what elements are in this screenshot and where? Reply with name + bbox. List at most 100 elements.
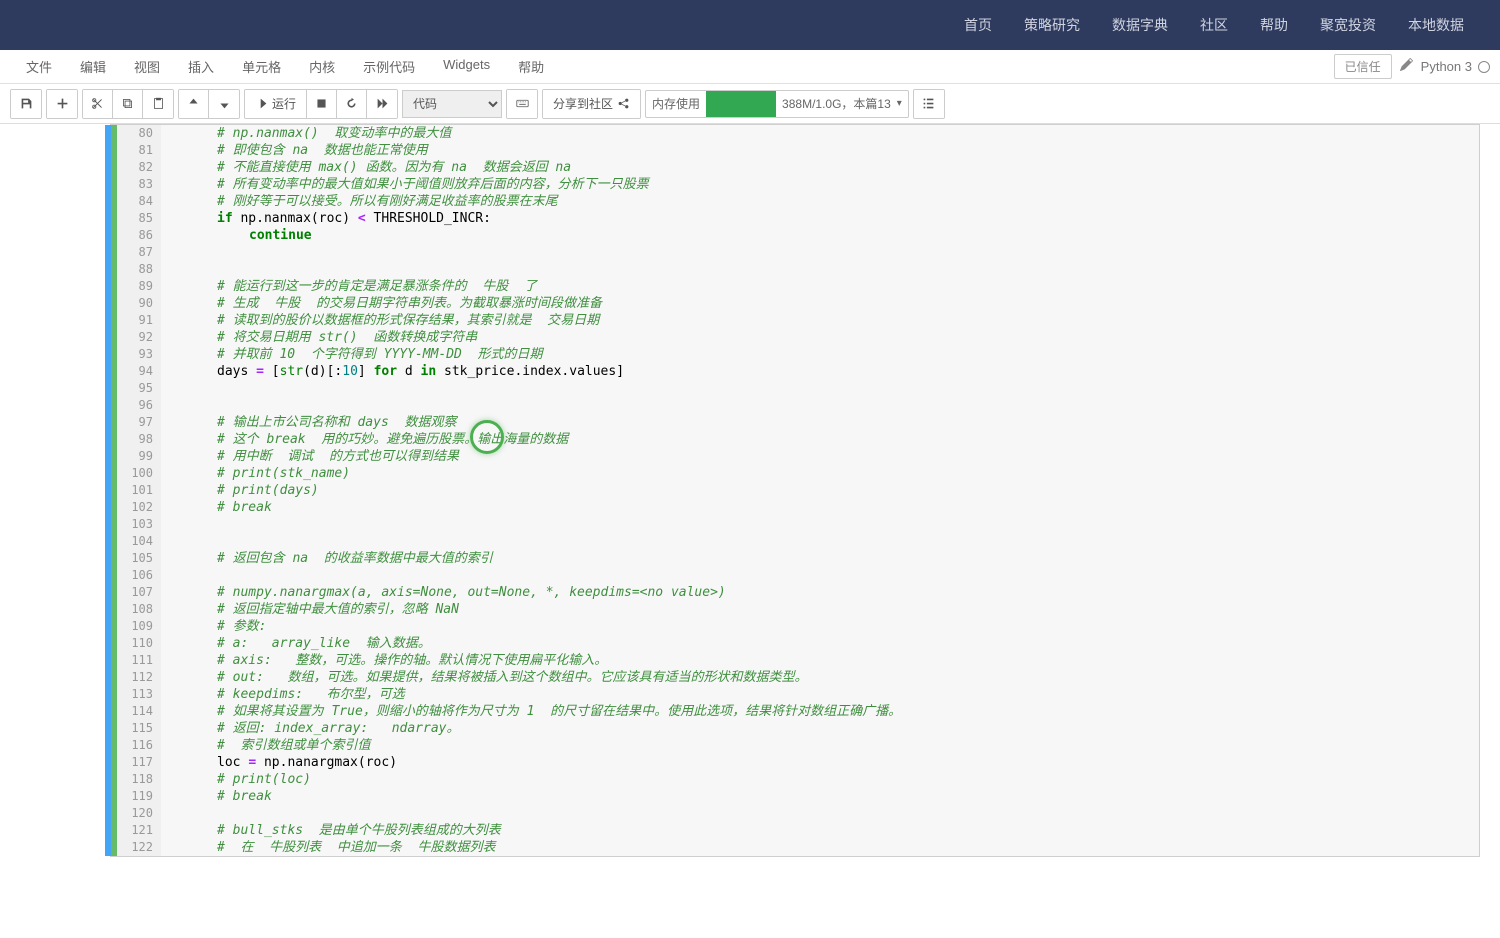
code-content[interactable]: # 所有变动率中的最大值如果小于阈值则放弃后面的内容，分析下一只股票: [161, 176, 649, 193]
menu-item[interactable]: 帮助: [504, 51, 558, 82]
code-content[interactable]: # 如果将其设置为 True，则缩小的轴将作为尺寸为 1 的尺寸留在结果中。使用…: [161, 703, 901, 720]
add-cell-icon[interactable]: [47, 90, 77, 118]
code-line[interactable]: 80# np.nanmax() 取变动率中的最大值: [161, 125, 1479, 142]
menu-item[interactable]: 文件: [12, 51, 66, 82]
code-line[interactable]: 119# break: [161, 788, 1479, 805]
code-line[interactable]: 89# 能运行到这一步的肯定是满足暴涨条件的 牛股 了: [161, 278, 1479, 295]
code-content[interactable]: [161, 533, 225, 550]
code-content[interactable]: # 读取到的股价以数据框的形式保存结果，其索引就是 交易日期: [161, 312, 599, 329]
code-line[interactable]: 120: [161, 805, 1479, 822]
code-line[interactable]: 92# 将交易日期用 str() 函数转换成字符串: [161, 329, 1479, 346]
notebook-area[interactable]: 80# np.nanmax() 取变动率中的最大值81# 即使包含 na 数据也…: [0, 124, 1500, 938]
code-line[interactable]: 121# bull_stks 是由单个牛股列表组成的大列表: [161, 822, 1479, 839]
keyboard-icon[interactable]: [507, 90, 537, 118]
code-content[interactable]: [161, 397, 225, 414]
copy-icon[interactable]: [113, 90, 143, 118]
code-content[interactable]: # 返回: index_array: ndarray。: [161, 720, 460, 737]
code-content[interactable]: # 刚好等于可以接受。所以有刚好满足收益率的股票在末尾: [161, 193, 558, 210]
code-line[interactable]: 101# print(days): [161, 482, 1479, 499]
code-content[interactable]: # 返回指定轴中最大值的索引，忽略 NaN: [161, 601, 459, 618]
code-content[interactable]: # 不能直接使用 max() 函数。因为有 na 数据会返回 na: [161, 159, 571, 176]
memory-usage-badge[interactable]: 内存使用 388M/1.0G，本篇13 ▾: [645, 90, 909, 118]
stop-icon[interactable]: [307, 90, 337, 118]
code-line[interactable]: 85if np.nanmax(roc) < THRESHOLD_INCR:: [161, 210, 1479, 227]
code-line[interactable]: 109# 参数:: [161, 618, 1479, 635]
code-content[interactable]: # 参数:: [161, 618, 266, 635]
trusted-button[interactable]: 已信任: [1334, 54, 1392, 79]
code-content[interactable]: # 索引数组或单个索引值: [161, 737, 370, 754]
code-content[interactable]: # numpy.nanargmax(a, axis=None, out=None…: [161, 584, 726, 601]
code-content[interactable]: # 输出上市公司名称和 days 数据观察: [161, 414, 456, 431]
code-line[interactable]: 97# 输出上市公司名称和 days 数据观察: [161, 414, 1479, 431]
code-line[interactable]: 93# 并取前 10 个字符得到 YYYY-MM-DD 形式的日期: [161, 346, 1479, 363]
code-content[interactable]: # 能运行到这一步的肯定是满足暴涨条件的 牛股 了: [161, 278, 537, 295]
code-line[interactable]: 105# 返回包含 na 的收益率数据中最大值的索引: [161, 550, 1479, 567]
code-content[interactable]: # 生成 牛股 的交易日期字符串列表。为截取暴涨时间段做准备: [161, 295, 602, 312]
nav-link[interactable]: 帮助: [1244, 15, 1304, 35]
code-cell[interactable]: 80# np.nanmax() 取变动率中的最大值81# 即使包含 na 数据也…: [110, 124, 1480, 857]
code-line[interactable]: 102# break: [161, 499, 1479, 516]
code-content[interactable]: [161, 805, 225, 822]
list-icon[interactable]: [914, 90, 944, 118]
code-content[interactable]: # break: [161, 499, 272, 516]
code-content[interactable]: [161, 380, 225, 397]
code-content[interactable]: if np.nanmax(roc) < THRESHOLD_INCR:: [161, 210, 491, 227]
code-content[interactable]: # print(days): [161, 482, 319, 499]
code-content[interactable]: # 用中断 调试 的方式也可以得到结果: [161, 448, 459, 465]
nav-link[interactable]: 首页: [948, 15, 1008, 35]
code-line[interactable]: 117loc = np.nanargmax(roc): [161, 754, 1479, 771]
menu-item[interactable]: 插入: [174, 51, 228, 82]
nav-link[interactable]: 策略研究: [1008, 15, 1096, 35]
code-line[interactable]: 83# 所有变动率中的最大值如果小于阈值则放弃后面的内容，分析下一只股票: [161, 176, 1479, 193]
code-content[interactable]: # 将交易日期用 str() 函数转换成字符串: [161, 329, 477, 346]
code-content[interactable]: continue: [161, 227, 312, 244]
menu-item[interactable]: Widgets: [429, 51, 504, 82]
code-line[interactable]: 99# 用中断 调试 的方式也可以得到结果: [161, 448, 1479, 465]
share-button[interactable]: 分享到社区: [543, 90, 640, 118]
code-content[interactable]: # out: 数组，可选。如果提供，结果将被插入到这个数组中。它应该具有适当的形…: [161, 669, 807, 686]
code-line[interactable]: 103: [161, 516, 1479, 533]
code-line[interactable]: 104: [161, 533, 1479, 550]
code-content[interactable]: # np.nanmax() 取变动率中的最大值: [161, 125, 451, 142]
code-content[interactable]: # axis: 整数，可选。操作的轴。默认情况下使用扁平化输入。: [161, 652, 607, 669]
move-down-icon[interactable]: [209, 90, 239, 118]
code-content[interactable]: loc = np.nanargmax(roc): [161, 754, 397, 771]
code-line[interactable]: 95: [161, 380, 1479, 397]
code-line[interactable]: 116# 索引数组或单个索引值: [161, 737, 1479, 754]
code-line[interactable]: 113# keepdims: 布尔型，可选: [161, 686, 1479, 703]
nav-link[interactable]: 本地数据: [1392, 15, 1480, 35]
code-content[interactable]: # 返回包含 na 的收益率数据中最大值的索引: [161, 550, 493, 567]
code-content[interactable]: [161, 261, 225, 278]
code-content[interactable]: # 这个 break 用的巧妙。避免遍历股票。输出海量的数据: [161, 431, 568, 448]
code-content[interactable]: # keepdims: 布尔型，可选: [161, 686, 405, 703]
menu-item[interactable]: 编辑: [66, 51, 120, 82]
code-line[interactable]: 94days = [str(d)[:10] for d in stk_price…: [161, 363, 1479, 380]
nav-link[interactable]: 数据字典: [1096, 15, 1184, 35]
code-line[interactable]: 111# axis: 整数，可选。操作的轴。默认情况下使用扁平化输入。: [161, 652, 1479, 669]
code-content[interactable]: # 并取前 10 个字符得到 YYYY-MM-DD 形式的日期: [161, 346, 543, 363]
code-line[interactable]: 88: [161, 261, 1479, 278]
code-line[interactable]: 96: [161, 397, 1479, 414]
code-line[interactable]: 81# 即使包含 na 数据也能正常使用: [161, 142, 1479, 159]
menu-item[interactable]: 示例代码: [349, 51, 429, 82]
code-line[interactable]: 100# print(stk_name): [161, 465, 1479, 482]
code-content[interactable]: # break: [161, 788, 272, 805]
code-content[interactable]: [161, 516, 225, 533]
code-content[interactable]: days = [str(d)[:10] for d in stk_price.i…: [161, 363, 624, 380]
code-line[interactable]: 106: [161, 567, 1479, 584]
code-content[interactable]: # bull_stks 是由单个牛股列表组成的大列表: [161, 822, 501, 839]
menu-item[interactable]: 视图: [120, 51, 174, 82]
code-line[interactable]: 118# print(loc): [161, 771, 1479, 788]
move-up-icon[interactable]: [179, 90, 209, 118]
edit-icon[interactable]: [1400, 58, 1413, 76]
restart-icon[interactable]: [337, 90, 367, 118]
save-icon[interactable]: [11, 90, 41, 118]
code-line[interactable]: 87: [161, 244, 1479, 261]
code-line[interactable]: 114# 如果将其设置为 True，则缩小的轴将作为尺寸为 1 的尺寸留在结果中…: [161, 703, 1479, 720]
fast-forward-icon[interactable]: [367, 90, 397, 118]
code-line[interactable]: 82# 不能直接使用 max() 函数。因为有 na 数据会返回 na: [161, 159, 1479, 176]
code-line[interactable]: 90# 生成 牛股 的交易日期字符串列表。为截取暴涨时间段做准备: [161, 295, 1479, 312]
code-line[interactable]: 86continue: [161, 227, 1479, 244]
code-line[interactable]: 108# 返回指定轴中最大值的索引，忽略 NaN: [161, 601, 1479, 618]
code-line[interactable]: 122# 在 牛股列表 中追加一条 牛股数据列表: [161, 839, 1479, 856]
